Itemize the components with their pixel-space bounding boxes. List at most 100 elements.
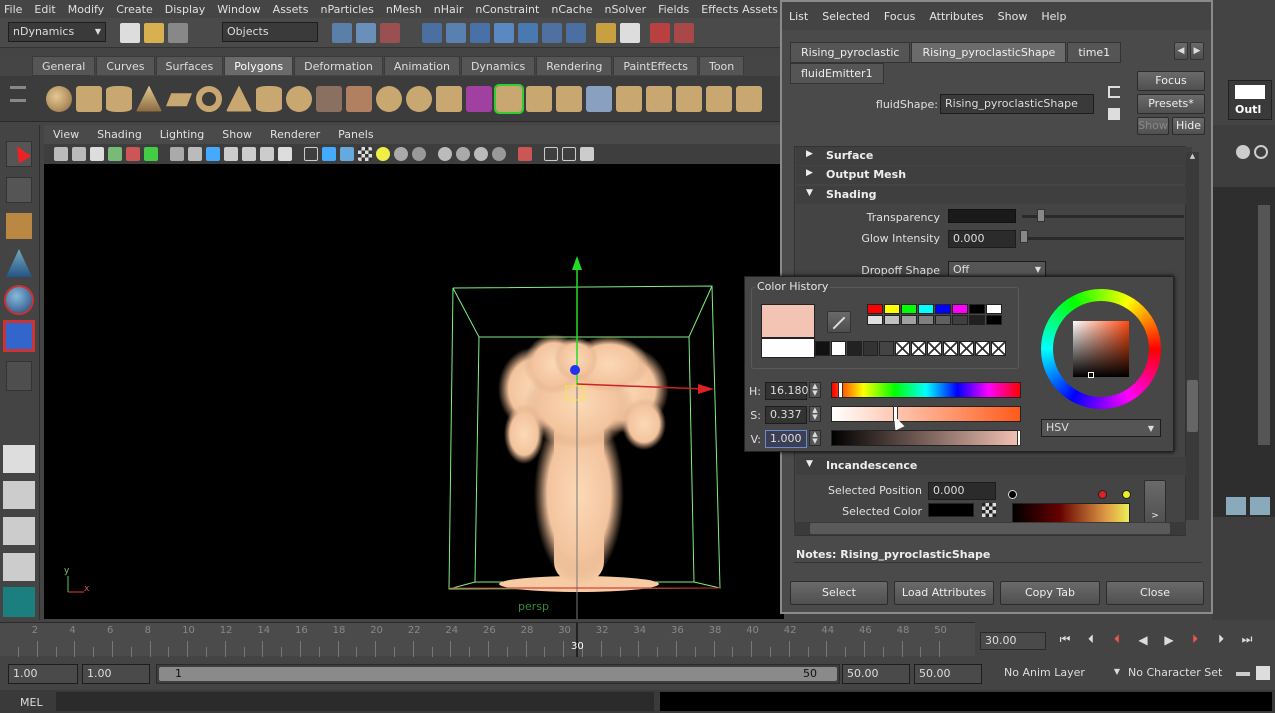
step-back-key-icon[interactable]: ⏴	[1104, 632, 1130, 647]
glow-intensity-field[interactable]: 0.000	[948, 230, 1016, 248]
extract-icon[interactable]	[376, 85, 402, 112]
graph-layout-icon[interactable]	[3, 553, 35, 581]
tab-scroll-left-icon[interactable]: ◀	[1174, 42, 1188, 60]
panel-menu-view[interactable]: View	[44, 128, 88, 141]
panel-menu-show[interactable]: Show	[213, 128, 261, 141]
panel-menu-lighting[interactable]: Lighting	[151, 128, 213, 141]
panel-menu-panels[interactable]: Panels	[329, 128, 382, 141]
ramp-handle-red[interactable]	[1098, 490, 1107, 499]
poly-sphere-icon[interactable]	[46, 85, 72, 112]
shelf-tab-deformation[interactable]: Deformation	[294, 56, 383, 75]
section-incandescence[interactable]: ▼ Incandescence	[796, 457, 1192, 475]
shelf-tab-general[interactable]: General	[32, 56, 96, 75]
animation-end-field[interactable]: 50.00	[914, 664, 982, 684]
history-chip[interactable]	[952, 304, 968, 314]
anim-layer-dropdown[interactable]: No Anim Layer ▼	[1004, 666, 1122, 684]
layer-icon[interactable]	[1226, 497, 1246, 515]
history-chip[interactable]	[918, 304, 934, 314]
current-color-swatch[interactable]	[761, 304, 815, 338]
smooth-shade-icon[interactable]	[322, 147, 336, 161]
hue-slider-handle[interactable]	[838, 382, 843, 398]
play-forward-icon[interactable]: ▶	[1156, 633, 1182, 647]
shadows-icon[interactable]	[412, 147, 426, 161]
hue-spinner[interactable]: ▲ ▼	[809, 382, 821, 398]
bookmark-icon[interactable]	[90, 147, 104, 161]
menu-nmesh[interactable]: nMesh	[382, 3, 430, 16]
shelf-tab-surfaces[interactable]: Surfaces	[155, 56, 224, 75]
eyedropper-icon[interactable]	[827, 311, 851, 333]
ae-menu-list[interactable]: List	[782, 10, 815, 23]
history-chip[interactable]	[901, 315, 917, 325]
anti-aliasing-icon[interactable]	[474, 147, 488, 161]
field-chart-icon[interactable]	[242, 147, 256, 161]
shelf-tab-toon[interactable]: Toon	[698, 56, 745, 75]
show-button[interactable]: Show	[1137, 117, 1169, 135]
command-input[interactable]	[56, 692, 654, 711]
color-picker-marker[interactable]	[1088, 372, 1094, 378]
open-scene-icon[interactable]	[144, 23, 164, 43]
ae-menu-attributes[interactable]: Attributes	[922, 10, 990, 23]
current-time-field[interactable]: 30.00	[980, 632, 1046, 650]
ae-tab-fluidemitter1[interactable]: fluidEmitter1	[790, 63, 884, 84]
motion-blur-icon[interactable]	[456, 147, 470, 161]
shelf-tab-painteffects[interactable]: PaintEffects	[613, 56, 698, 75]
smooth-icon[interactable]	[436, 85, 462, 112]
isolate-select-icon[interactable]	[518, 147, 532, 161]
menu-nconstraint[interactable]: nConstraint	[471, 3, 547, 16]
history-chip[interactable]	[943, 341, 958, 356]
menu-edit[interactable]: Edit	[30, 3, 63, 16]
four-pane-layout-icon[interactable]	[3, 481, 35, 509]
history-chip[interactable]	[952, 315, 968, 325]
ae-tab-rising-pyroclasticshape[interactable]: Rising_pyroclasticShape	[911, 42, 1067, 63]
menuset-dropdown[interactable]: nDynamics ▼	[8, 22, 106, 42]
glow-intensity-slider[interactable]	[1022, 237, 1184, 240]
split-icon[interactable]	[556, 85, 582, 112]
wireframe-icon[interactable]	[304, 147, 318, 161]
depth-of-field-icon[interactable]	[492, 147, 506, 161]
step-back-frame-icon[interactable]: ⏴	[1078, 632, 1104, 647]
poly-pyramid-icon[interactable]	[226, 85, 252, 112]
channel-scrollbar[interactable]	[1258, 205, 1270, 445]
history-chip[interactable]	[975, 341, 990, 356]
value-slider[interactable]	[831, 430, 1021, 446]
select-button[interactable]: Select	[790, 581, 888, 605]
outliner-button[interactable]: Outl	[1228, 80, 1272, 120]
poly-torus-icon[interactable]	[196, 85, 222, 112]
bridge-icon[interactable]	[466, 85, 492, 112]
history-chip[interactable]	[991, 341, 1006, 356]
history-chip[interactable]	[935, 315, 951, 325]
menu-nparticles[interactable]: nParticles	[316, 3, 381, 16]
render-icon[interactable]	[620, 23, 640, 43]
rotate-tool-icon[interactable]	[6, 287, 32, 313]
ramp-handle-yellow[interactable]	[1122, 490, 1131, 499]
perspective-viewport[interactable]: y x persp	[44, 164, 784, 619]
copy-tab-button[interactable]: Copy Tab	[1000, 581, 1100, 605]
section-surface[interactable]: ▶ Surface	[796, 147, 1192, 165]
textured-icon[interactable]	[358, 147, 372, 161]
history-chip[interactable]	[884, 304, 900, 314]
transparency-slider[interactable]	[1022, 215, 1184, 218]
history-chip[interactable]	[969, 315, 985, 325]
panel-menu-renderer[interactable]: Renderer	[261, 128, 329, 141]
gate-mask-icon[interactable]	[224, 147, 238, 161]
snap-grid-icon[interactable]	[422, 23, 442, 43]
ae-menu-selected[interactable]: Selected	[815, 10, 877, 23]
select-by-hierarchy-icon[interactable]	[332, 23, 352, 43]
shelf-menu-icon[interactable]	[10, 86, 26, 102]
scroll-up-icon[interactable]: ▲	[1186, 152, 1199, 164]
boolean-icon[interactable]	[406, 85, 432, 112]
duplicate-face-icon[interactable]	[676, 85, 702, 112]
use-all-lights-icon[interactable]	[394, 147, 408, 161]
image-plane-icon[interactable]	[108, 147, 122, 161]
menu-modify[interactable]: Modify	[64, 3, 112, 16]
menu-window[interactable]: Window	[213, 3, 268, 16]
color-wheel[interactable]	[1041, 289, 1161, 409]
selection-mode-dropdown[interactable]: Objects	[222, 22, 318, 42]
playback-end-field[interactable]: 50.00	[842, 664, 910, 684]
menu-nsolver[interactable]: nSolver	[601, 3, 655, 16]
save-scene-icon[interactable]	[168, 23, 188, 43]
wedge-icon[interactable]	[616, 85, 642, 112]
safe-action-icon[interactable]	[260, 147, 274, 161]
poly-plane-icon[interactable]	[166, 93, 192, 107]
history-chip[interactable]	[911, 341, 926, 356]
